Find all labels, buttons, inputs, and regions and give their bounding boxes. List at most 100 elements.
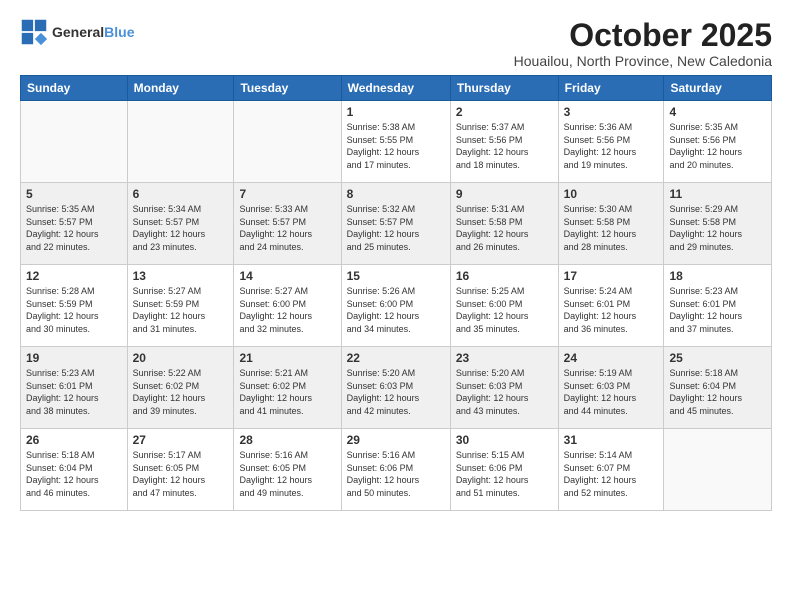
page: GeneralBlue October 2025 Houailou, North… [0,0,792,612]
day-number: 26 [26,433,122,447]
day-number: 7 [239,187,335,201]
day-number: 17 [564,269,659,283]
day-info: Sunrise: 5:14 AMSunset: 6:07 PMDaylight:… [564,449,659,499]
location-title: Houailou, North Province, New Caledonia [514,53,772,69]
day-info: Sunrise: 5:16 AMSunset: 6:06 PMDaylight:… [347,449,445,499]
day-info: Sunrise: 5:18 AMSunset: 6:04 PMDaylight:… [669,367,766,417]
logo: GeneralBlue [20,18,134,46]
day-info: Sunrise: 5:31 AMSunset: 5:58 PMDaylight:… [456,203,553,253]
table-row: 1Sunrise: 5:38 AMSunset: 5:55 PMDaylight… [341,101,450,183]
day-info: Sunrise: 5:16 AMSunset: 6:05 PMDaylight:… [239,449,335,499]
title-block: October 2025 Houailou, North Province, N… [514,18,772,69]
table-row: 4 Sunrise: 5:35 AMSunset: 5:56 PMDaylight… [664,101,772,183]
table-row: 6Sunrise: 5:34 AMSunset: 5:57 PMDaylight… [127,183,234,265]
day-info: Sunrise: 5:27 AMSunset: 6:00 PMDaylight:… [239,285,335,335]
table-row [234,101,341,183]
day-number: 23 [456,351,553,365]
logo-general: General [52,24,104,40]
day-info: Sunrise: 5:28 AMSunset: 5:59 PMDaylight:… [26,285,122,335]
day-number: 10 [564,187,659,201]
day-info: Sunrise: 5:35 AMSunset: 5:57 PMDaylight:… [26,203,122,253]
day-number: 30 [456,433,553,447]
table-row: 21Sunrise: 5:21 AMSunset: 6:02 PMDayligh… [234,347,341,429]
day-number: 16 [456,269,553,283]
col-friday: Friday [558,76,664,101]
calendar-header-row: Sunday Monday Tuesday Wednesday Thursday… [21,76,772,101]
table-row: 24 Sunrise: 5:19 AMSunset: 6:03 PMDayligh… [558,347,664,429]
day-info: Sunrise: 5:18 AMSunset: 6:04 PMDaylight:… [26,449,122,499]
table-row: 31Sunrise: 5:14 AMSunset: 6:07 PMDayligh… [558,429,664,511]
day-info: Sunrise: 5:25 AMSunset: 6:00 PMDaylight:… [456,285,553,335]
table-row: 17 Sunrise: 5:24 AMSunset: 6:01 PMDayligh… [558,265,664,347]
table-row: 23 Sunrise: 5:20 AMSunset: 6:03 PMDayligh… [450,347,558,429]
table-row [127,101,234,183]
day-number: 5 [26,187,122,201]
calendar-week-row: 19 Sunrise: 5:23 AMSunset: 6:01 PMDayligh… [21,347,772,429]
day-number: 28 [239,433,335,447]
calendar-week-row: 12Sunrise: 5:28 AMSunset: 5:59 PMDayligh… [21,265,772,347]
col-tuesday: Tuesday [234,76,341,101]
day-number: 19 [26,351,122,365]
table-row: 25Sunrise: 5:18 AMSunset: 6:04 PMDayligh… [664,347,772,429]
day-info: Sunrise: 5:33 AMSunset: 5:57 PMDaylight:… [239,203,335,253]
day-number: 9 [456,187,553,201]
day-info: Sunrise: 5:32 AMSunset: 5:57 PMDaylight:… [347,203,445,253]
table-row: 16 Sunrise: 5:25 AMSunset: 6:00 PMDayligh… [450,265,558,347]
col-saturday: Saturday [664,76,772,101]
table-row: 18 Sunrise: 5:23 AMSunset: 6:01 PMDayligh… [664,265,772,347]
col-monday: Monday [127,76,234,101]
table-row: 22 Sunrise: 5:20 AMSunset: 6:03 PMDayligh… [341,347,450,429]
header: GeneralBlue October 2025 Houailou, North… [20,18,772,69]
day-number: 24 [564,351,659,365]
table-row: 28 Sunrise: 5:16 AMSunset: 6:05 PMDayligh… [234,429,341,511]
table-row: 8 Sunrise: 5:32 AMSunset: 5:57 PMDaylight… [341,183,450,265]
day-number: 1 [347,105,445,119]
day-number: 20 [133,351,229,365]
col-sunday: Sunday [21,76,128,101]
day-info: Sunrise: 5:29 AMSunset: 5:58 PMDaylight:… [669,203,766,253]
table-row: 5 Sunrise: 5:35 AMSunset: 5:57 PMDaylight… [21,183,128,265]
day-number: 4 [669,105,766,119]
day-info: Sunrise: 5:36 AMSunset: 5:56 PMDaylight:… [564,121,659,171]
day-info: Sunrise: 5:20 AMSunset: 6:03 PMDaylight:… [347,367,445,417]
table-row: 11 Sunrise: 5:29 AMSunset: 5:58 PMDayligh… [664,183,772,265]
day-number: 3 [564,105,659,119]
table-row: 14Sunrise: 5:27 AMSunset: 6:00 PMDayligh… [234,265,341,347]
table-row: 9 Sunrise: 5:31 AMSunset: 5:58 PMDaylight… [450,183,558,265]
day-number: 27 [133,433,229,447]
table-row: 20Sunrise: 5:22 AMSunset: 6:02 PMDayligh… [127,347,234,429]
day-info: Sunrise: 5:15 AMSunset: 6:06 PMDaylight:… [456,449,553,499]
day-number: 2 [456,105,553,119]
table-row [21,101,128,183]
logo-blue: Blue [104,24,134,40]
calendar-table: Sunday Monday Tuesday Wednesday Thursday… [20,75,772,511]
day-info: Sunrise: 5:26 AMSunset: 6:00 PMDaylight:… [347,285,445,335]
col-thursday: Thursday [450,76,558,101]
day-info: Sunrise: 5:34 AMSunset: 5:57 PMDaylight:… [133,203,229,253]
day-number: 22 [347,351,445,365]
calendar-week-row: 26 Sunrise: 5:18 AMSunset: 6:04 PMDayligh… [21,429,772,511]
logo-icon [20,18,48,46]
logo-text-block: GeneralBlue [52,24,134,40]
table-row: 12Sunrise: 5:28 AMSunset: 5:59 PMDayligh… [21,265,128,347]
day-info: Sunrise: 5:35 AMSunset: 5:56 PMDaylight:… [669,121,766,171]
table-row: 27Sunrise: 5:17 AMSunset: 6:05 PMDayligh… [127,429,234,511]
table-row: 26 Sunrise: 5:18 AMSunset: 6:04 PMDayligh… [21,429,128,511]
month-title: October 2025 [514,18,772,53]
calendar-week-row: 1Sunrise: 5:38 AMSunset: 5:55 PMDaylight… [21,101,772,183]
day-info: Sunrise: 5:23 AMSunset: 6:01 PMDaylight:… [669,285,766,335]
day-info: Sunrise: 5:20 AMSunset: 6:03 PMDaylight:… [456,367,553,417]
table-row: 15Sunrise: 5:26 AMSunset: 6:00 PMDayligh… [341,265,450,347]
table-row: 7 Sunrise: 5:33 AMSunset: 5:57 PMDaylight… [234,183,341,265]
col-wednesday: Wednesday [341,76,450,101]
day-info: Sunrise: 5:24 AMSunset: 6:01 PMDaylight:… [564,285,659,335]
day-number: 18 [669,269,766,283]
day-info: Sunrise: 5:23 AMSunset: 6:01 PMDaylight:… [26,367,122,417]
day-number: 8 [347,187,445,201]
day-info: Sunrise: 5:19 AMSunset: 6:03 PMDaylight:… [564,367,659,417]
day-number: 11 [669,187,766,201]
calendar-week-row: 5 Sunrise: 5:35 AMSunset: 5:57 PMDaylight… [21,183,772,265]
day-number: 13 [133,269,229,283]
table-row: 29Sunrise: 5:16 AMSunset: 6:06 PMDayligh… [341,429,450,511]
day-number: 21 [239,351,335,365]
